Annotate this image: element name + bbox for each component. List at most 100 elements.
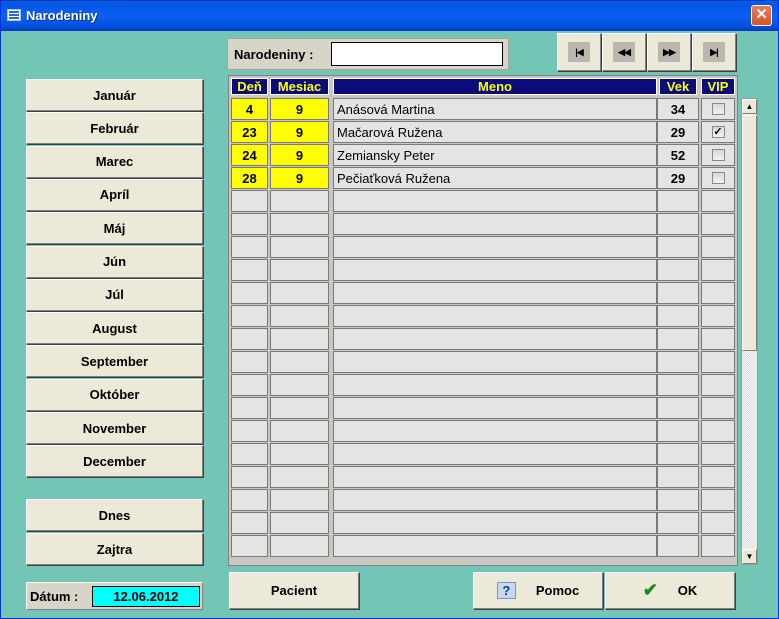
cell-name [333, 213, 657, 235]
vip-checkbox[interactable] [711, 149, 725, 161]
scroll-up-icon[interactable]: ▲ [742, 99, 757, 114]
help-label: Pomoc [535, 583, 580, 598]
last-record-button[interactable]: ▶| [692, 33, 736, 71]
cell-month[interactable]: 9 [270, 167, 329, 189]
cell-vip[interactable] [701, 144, 735, 166]
cell-vip [701, 282, 735, 304]
cell-age [657, 351, 699, 373]
cell-age[interactable]: 29 [657, 167, 699, 189]
cell-name [333, 443, 657, 465]
table-row-empty [229, 236, 737, 259]
cell-name[interactable]: Mačarová Ružena [333, 121, 657, 143]
cell-month[interactable]: 9 [270, 98, 329, 120]
month-button-3[interactable]: Marec [26, 145, 203, 178]
cell-month [270, 305, 329, 327]
header-age[interactable]: Vek [659, 78, 697, 95]
cell-day [231, 328, 268, 350]
cell-vip[interactable] [701, 98, 735, 120]
cell-vip [701, 213, 735, 235]
month-button-11[interactable]: November [26, 412, 203, 444]
header-month[interactable]: Mesiac [270, 78, 329, 95]
month-button-7[interactable]: Júl [26, 278, 203, 311]
cell-age[interactable]: 34 [657, 98, 699, 120]
table-row[interactable]: 4 9 Anásová Martina 34 [229, 98, 737, 121]
cell-age [657, 236, 699, 258]
month-button-4[interactable]: Apríl [26, 178, 203, 211]
app-icon [7, 9, 21, 21]
vip-checkbox[interactable]: ✓ [711, 126, 725, 138]
cell-vip [701, 512, 735, 534]
table-row[interactable]: 23 9 Mačarová Ružena 29 ✓ [229, 121, 737, 144]
birthday-grid: Deň Mesiac Meno Vek VIP 4 9 Anásová Martin… [228, 75, 738, 566]
patient-button[interactable]: Pacient [229, 572, 359, 609]
cell-day[interactable]: 24 [231, 144, 268, 166]
header-day[interactable]: Deň [231, 78, 268, 95]
cell-day[interactable]: 4 [231, 98, 268, 120]
cell-month[interactable]: 9 [270, 121, 329, 143]
cell-name [333, 512, 657, 534]
cell-age[interactable]: 52 [657, 144, 699, 166]
cell-month [270, 466, 329, 488]
date-panel: Dátum : 12.06.2012 [26, 582, 203, 610]
cell-age [657, 213, 699, 235]
cell-name[interactable]: Zemiansky Peter [333, 144, 657, 166]
title-bar[interactable]: Narodeniny ✕ [1, 1, 778, 31]
month-button-2[interactable]: Február [26, 112, 203, 145]
first-record-button[interactable]: |◀ [557, 33, 601, 71]
cell-vip[interactable] [701, 167, 735, 189]
month-button-9[interactable]: September [26, 345, 203, 378]
today-button[interactable]: Dnes [26, 499, 203, 531]
next-record-button[interactable]: ▶▶ [647, 33, 691, 71]
close-button[interactable]: ✕ [751, 5, 772, 26]
cell-name[interactable]: Anásová Martina [333, 98, 657, 120]
month-button-12[interactable]: December [26, 445, 203, 478]
cell-day[interactable]: 28 [231, 167, 268, 189]
help-icon: ? [496, 582, 516, 599]
cell-day [231, 213, 268, 235]
table-row-empty [229, 397, 737, 420]
last-record-icon: ▶| [703, 42, 725, 62]
table-row-empty [229, 374, 737, 397]
help-button[interactable]: ? Pomoc [473, 572, 603, 609]
vip-checkbox[interactable] [711, 172, 725, 184]
month-button-1[interactable]: Január [26, 79, 203, 111]
table-row[interactable]: 28 9 Pečiaťková Ružena 29 [229, 167, 737, 190]
month-button-8[interactable]: August [26, 312, 203, 345]
ok-button[interactable]: ✔ OK [605, 572, 735, 609]
cell-day[interactable]: 23 [231, 121, 268, 143]
cell-day [231, 535, 268, 557]
cell-name [333, 259, 657, 281]
window-title: Narodeniny [26, 8, 98, 23]
cell-day [231, 190, 268, 212]
cell-age [657, 374, 699, 396]
vertical-scrollbar[interactable]: ▲ ▼ [741, 98, 758, 565]
scroll-thumb[interactable] [742, 115, 757, 351]
table-row-empty [229, 351, 737, 374]
table-row-empty [229, 489, 737, 512]
header-name[interactable]: Meno [333, 78, 657, 95]
prev-record-button[interactable]: ◀◀ [602, 33, 646, 71]
vip-checkbox[interactable] [711, 103, 725, 115]
cell-month [270, 420, 329, 442]
cell-month[interactable]: 9 [270, 144, 329, 166]
cell-age [657, 489, 699, 511]
month-button-5[interactable]: Máj [26, 212, 203, 245]
date-field[interactable]: 12.06.2012 [92, 586, 200, 607]
cell-age[interactable]: 29 [657, 121, 699, 143]
search-input[interactable] [331, 42, 503, 66]
cell-name[interactable]: Pečiaťková Ružena [333, 167, 657, 189]
cell-name [333, 351, 657, 373]
cell-vip [701, 397, 735, 419]
cell-vip[interactable]: ✓ [701, 121, 735, 143]
table-row[interactable]: 24 9 Zemiansky Peter 52 [229, 144, 737, 167]
cell-day [231, 282, 268, 304]
table-row-empty [229, 305, 737, 328]
cell-age [657, 190, 699, 212]
table-row-empty [229, 420, 737, 443]
scroll-down-icon[interactable]: ▼ [742, 549, 757, 564]
table-row-empty [229, 443, 737, 466]
header-vip[interactable]: VIP [701, 78, 735, 95]
month-button-10[interactable]: Október [26, 378, 203, 411]
month-button-6[interactable]: Jún [26, 245, 203, 278]
tomorrow-button[interactable]: Zajtra [26, 533, 203, 565]
